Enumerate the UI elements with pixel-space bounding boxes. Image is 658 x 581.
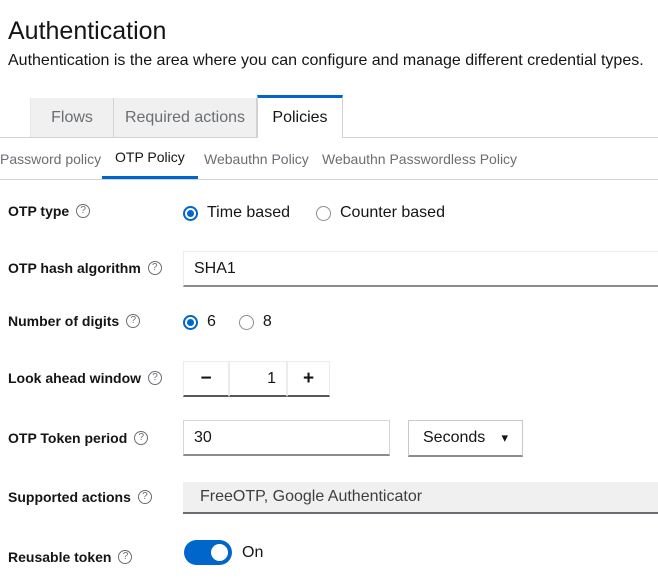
radio-selected-icon[interactable] bbox=[183, 206, 198, 221]
radio-time-based[interactable]: Time based bbox=[183, 204, 290, 222]
tab-flows[interactable]: Flows bbox=[30, 98, 114, 137]
help-icon[interactable]: ? bbox=[134, 431, 148, 445]
reusable-token-toggle[interactable] bbox=[184, 540, 232, 565]
otp-type-radio-group: Time based Counter based bbox=[183, 204, 445, 222]
radio-counter-based[interactable]: Counter based bbox=[316, 204, 445, 222]
help-icon[interactable]: ? bbox=[148, 261, 162, 275]
supported-actions-label: Supported actions ? bbox=[8, 489, 152, 505]
subtab-otp-policy[interactable]: OTP Policy bbox=[102, 138, 198, 179]
supported-actions-field: FreeOTP, Google Authenticator bbox=[183, 482, 658, 514]
otp-type-label: OTP type ? bbox=[8, 203, 90, 219]
otp-hash-algorithm-label: OTP hash algorithm ? bbox=[8, 260, 162, 276]
otp-token-period-input[interactable] bbox=[183, 420, 390, 456]
subtab-webauthn-policy[interactable]: Webauthn Policy bbox=[191, 138, 322, 179]
tab-required-actions[interactable]: Required actions bbox=[114, 98, 257, 137]
stepper-plus-button[interactable]: + bbox=[287, 361, 330, 397]
tab-policies[interactable]: Policies bbox=[257, 95, 343, 138]
help-icon[interactable]: ? bbox=[148, 371, 162, 385]
help-icon[interactable]: ? bbox=[126, 314, 140, 328]
authentication-page: Authentication Authentication is the are… bbox=[0, 0, 658, 581]
page-subtitle: Authentication is the area where you can… bbox=[8, 52, 644, 70]
look-ahead-window-input[interactable] bbox=[229, 361, 287, 397]
otp-token-period-label: OTP Token period ? bbox=[8, 430, 148, 446]
radio-digits-8[interactable]: 8 bbox=[239, 313, 272, 331]
radio-unselected-icon[interactable] bbox=[239, 315, 254, 330]
radio-digits-6[interactable]: 6 bbox=[183, 313, 216, 331]
help-icon[interactable]: ? bbox=[76, 204, 90, 218]
plus-icon: + bbox=[303, 368, 314, 390]
subtab-webauthn-passwordless-policy[interactable]: Webauthn Passwordless Policy bbox=[309, 138, 530, 179]
look-ahead-window-label: Look ahead window ? bbox=[8, 370, 162, 386]
help-icon[interactable]: ? bbox=[138, 490, 152, 504]
look-ahead-window-stepper: − + bbox=[183, 361, 330, 397]
number-of-digits-radio-group: 6 8 bbox=[183, 313, 272, 331]
subtabs-bottom-divider bbox=[0, 179, 658, 180]
caret-down-icon: ▾ bbox=[501, 430, 508, 446]
otp-hash-algorithm-select[interactable]: SHA1 bbox=[183, 251, 658, 287]
reusable-token-label: Reusable token ? bbox=[8, 549, 132, 565]
token-period-unit-select[interactable]: Seconds ▾ bbox=[408, 420, 523, 457]
help-icon[interactable]: ? bbox=[118, 550, 132, 564]
radio-unselected-icon[interactable] bbox=[316, 206, 331, 221]
stepper-minus-button[interactable]: − bbox=[183, 361, 229, 397]
toggle-handle[interactable] bbox=[211, 544, 228, 561]
radio-selected-icon[interactable] bbox=[183, 315, 198, 330]
number-of-digits-label: Number of digits ? bbox=[8, 313, 140, 329]
minus-icon: − bbox=[200, 368, 211, 390]
page-title: Authentication bbox=[8, 17, 166, 46]
reusable-token-state: On bbox=[242, 544, 263, 562]
subtab-password-policy[interactable]: Password policy bbox=[0, 138, 114, 179]
